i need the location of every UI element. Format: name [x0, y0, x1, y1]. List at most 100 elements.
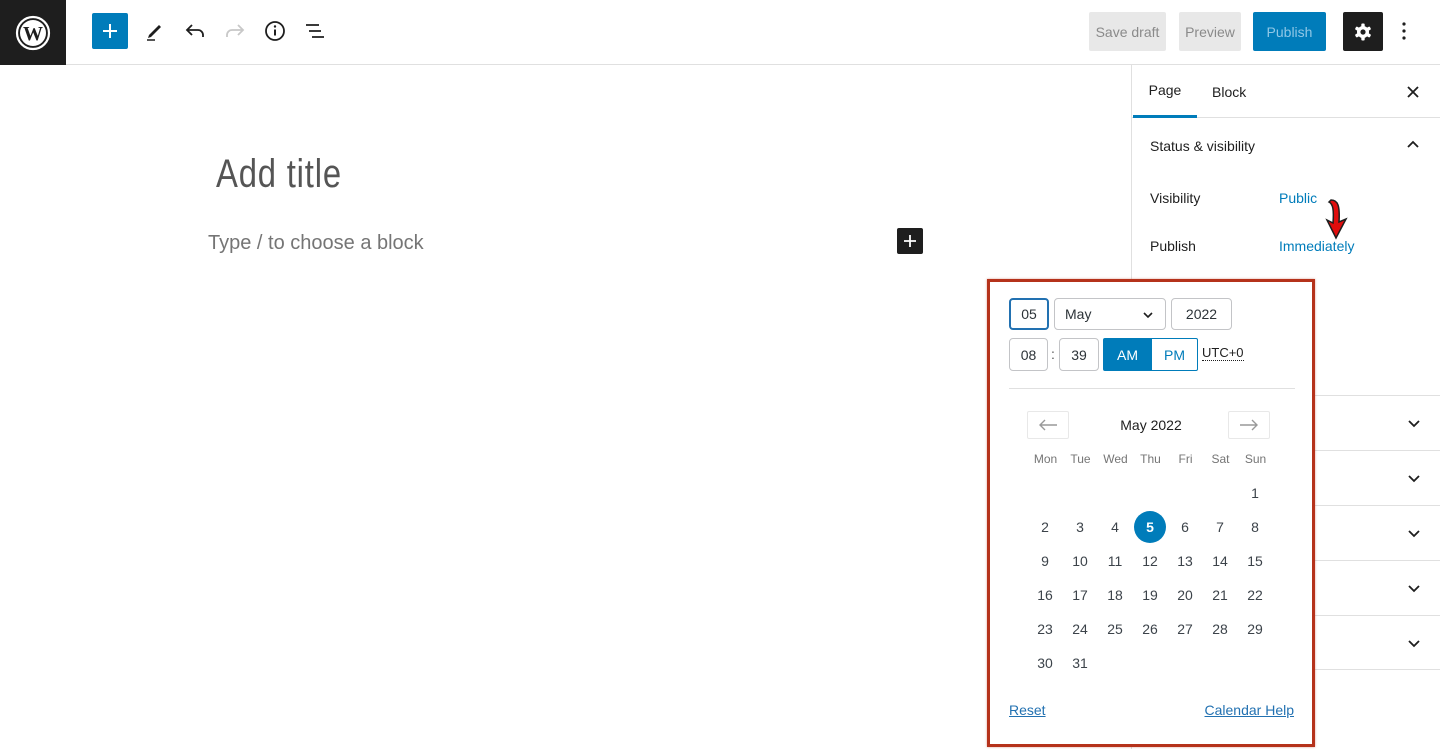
- more-vertical-icon: [1402, 22, 1406, 40]
- block-placeholder[interactable]: Type / to choose a block: [208, 232, 424, 255]
- publish-date-button[interactable]: Immediately: [1279, 238, 1354, 254]
- details-button[interactable]: [257, 13, 293, 49]
- calendar-day[interactable]: 10: [1064, 545, 1096, 577]
- month-select[interactable]: May: [1054, 298, 1166, 330]
- calendar-day[interactable]: 12: [1134, 545, 1166, 577]
- calendar-day[interactable]: 15: [1239, 545, 1271, 577]
- timezone-label: UTC+0: [1202, 345, 1244, 361]
- wordpress-logo[interactable]: W: [0, 0, 66, 65]
- calendar-day[interactable]: 7: [1204, 511, 1236, 543]
- chevron-down-icon: [1143, 312, 1153, 319]
- redo-icon: [226, 24, 245, 37]
- editor-toolbar: W Save draft Preview Publish: [0, 0, 1440, 65]
- inline-add-block-button[interactable]: [897, 228, 923, 254]
- weekday-header: Thu: [1140, 452, 1161, 466]
- chevron-down-icon: [1408, 585, 1420, 593]
- weekday-header: Mon: [1033, 452, 1058, 466]
- settings-button[interactable]: [1343, 12, 1383, 51]
- calendar-day[interactable]: 30: [1029, 647, 1061, 679]
- svg-text:W: W: [23, 23, 43, 45]
- month-select-value: May: [1065, 306, 1092, 322]
- calendar-day[interactable]: 16: [1029, 579, 1061, 611]
- am-button[interactable]: AM: [1103, 338, 1152, 371]
- calendar-day[interactable]: 20: [1169, 579, 1201, 611]
- publish-label: Publish: [1150, 238, 1196, 254]
- calendar-day[interactable]: 21: [1204, 579, 1236, 611]
- calendar-day[interactable]: 4: [1099, 511, 1131, 543]
- info-icon: [265, 21, 285, 41]
- chevron-up-icon: [1407, 140, 1419, 148]
- calendar-day-selected[interactable]: 5: [1134, 511, 1166, 543]
- title-input[interactable]: Add title: [216, 152, 342, 197]
- calendar-day[interactable]: 26: [1134, 613, 1166, 645]
- calendar-day[interactable]: 27: [1169, 613, 1201, 645]
- day-input[interactable]: 05: [1009, 298, 1049, 330]
- calendar-day[interactable]: 6: [1169, 511, 1201, 543]
- date-time-picker-popover: 05 May 2022 08 : 39 AM PM UTC+0 May 2022…: [987, 279, 1315, 747]
- calendar-day[interactable]: 13: [1169, 545, 1201, 577]
- close-icon: [1407, 86, 1419, 98]
- calendar-day[interactable]: 19: [1134, 579, 1166, 611]
- list-view-button[interactable]: [297, 13, 333, 49]
- calendar-day[interactable]: 8: [1239, 511, 1271, 543]
- calendar-day[interactable]: 14: [1204, 545, 1236, 577]
- weekday-header: Fri: [1178, 452, 1193, 466]
- pencil-icon: [147, 25, 161, 41]
- chevron-down-icon: [1408, 475, 1420, 483]
- calendar-day[interactable]: 1: [1239, 477, 1271, 509]
- plus-icon: [103, 24, 117, 38]
- tab-page[interactable]: Page: [1133, 65, 1197, 118]
- tools-button[interactable]: [137, 13, 173, 49]
- chevron-down-icon: [1408, 420, 1420, 428]
- year-input[interactable]: 2022: [1171, 298, 1232, 330]
- divider: [1009, 388, 1295, 389]
- options-button[interactable]: [1386, 13, 1422, 49]
- redo-button[interactable]: [217, 13, 253, 49]
- tab-block[interactable]: Block: [1212, 65, 1246, 118]
- calendar-day[interactable]: 29: [1239, 613, 1271, 645]
- minutes-input[interactable]: 39: [1059, 338, 1099, 371]
- red-arrow-annotation-icon: [1325, 199, 1348, 240]
- reset-link[interactable]: Reset: [1009, 702, 1046, 718]
- calendar-day[interactable]: 17: [1064, 579, 1096, 611]
- time-separator: :: [1051, 346, 1055, 362]
- pm-button[interactable]: PM: [1151, 338, 1198, 371]
- calendar-help-link[interactable]: Calendar Help: [1205, 702, 1295, 718]
- save-draft-button[interactable]: Save draft: [1089, 12, 1166, 51]
- calendar-day[interactable]: 18: [1099, 579, 1131, 611]
- visibility-value-button[interactable]: Public: [1279, 190, 1317, 206]
- plus-icon: [904, 235, 916, 247]
- undo-button[interactable]: [177, 13, 213, 49]
- add-block-button[interactable]: [92, 13, 128, 49]
- calendar-day[interactable]: 31: [1064, 647, 1096, 679]
- calendar-day[interactable]: 2: [1029, 511, 1061, 543]
- gear-icon: [1355, 23, 1371, 40]
- calendar-day[interactable]: 11: [1099, 545, 1131, 577]
- calendar-day[interactable]: 3: [1064, 511, 1096, 543]
- next-month-button[interactable]: [1228, 411, 1270, 439]
- calendar-day[interactable]: 22: [1239, 579, 1271, 611]
- calendar-day[interactable]: 24: [1064, 613, 1096, 645]
- arrow-right-icon: [1240, 419, 1258, 431]
- calendar-day[interactable]: 23: [1029, 613, 1061, 645]
- calendar-day[interactable]: 25: [1099, 613, 1131, 645]
- weekday-header: Wed: [1103, 452, 1128, 466]
- calendar-day[interactable]: 28: [1204, 613, 1236, 645]
- chevron-down-icon: [1408, 530, 1420, 538]
- status-visibility-panel-toggle[interactable]: Status & visibility: [1132, 118, 1440, 174]
- calendar-day[interactable]: 9: [1029, 545, 1061, 577]
- wordpress-icon: W: [15, 15, 51, 50]
- undo-icon: [185, 24, 204, 37]
- weekday-header: Tue: [1070, 452, 1091, 466]
- close-sidebar-button[interactable]: [1400, 79, 1426, 105]
- weekday-header: Sun: [1244, 452, 1267, 466]
- list-view-icon: [306, 24, 324, 38]
- hours-input[interactable]: 08: [1009, 338, 1048, 371]
- chevron-down-icon: [1408, 640, 1420, 648]
- sidebar-tabs: Page Block: [1132, 65, 1440, 118]
- panel-title: Status & visibility: [1150, 138, 1256, 154]
- visibility-label: Visibility: [1150, 190, 1201, 206]
- preview-button[interactable]: Preview: [1179, 12, 1241, 51]
- weekday-header: Sat: [1211, 452, 1230, 466]
- publish-button[interactable]: Publish: [1253, 12, 1326, 51]
